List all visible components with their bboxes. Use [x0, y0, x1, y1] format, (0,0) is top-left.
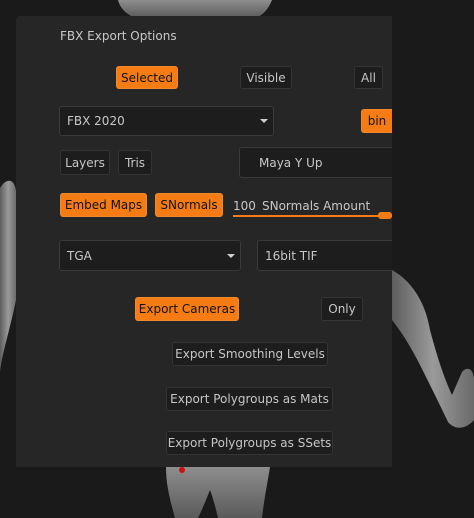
fbx-version-value: FBX 2020: [67, 114, 125, 128]
tris-button[interactable]: Tris: [118, 150, 152, 175]
displacement-format-field[interactable]: 16bit TIF: [257, 240, 392, 271]
snormals-amount-label: SNormals Amount: [262, 199, 371, 213]
dialog-title: FBX Export Options: [60, 29, 177, 43]
visible-button[interactable]: Visible: [240, 66, 292, 89]
chevron-down-icon: [227, 253, 235, 258]
slider-knob[interactable]: [378, 212, 392, 219]
all-button[interactable]: All: [354, 66, 383, 89]
up-axis-field[interactable]: Maya Y Up: [239, 147, 392, 178]
up-axis-value: Maya Y Up: [259, 155, 323, 170]
texture-format-value: TGA: [67, 248, 92, 263]
snormals-button[interactable]: SNormals: [155, 193, 223, 217]
export-polygroups-as-mats-button[interactable]: Export Polygroups as Mats: [166, 387, 333, 411]
texture-format-select[interactable]: TGA: [59, 240, 241, 271]
slider-track: [233, 212, 392, 219]
fbx-version-select[interactable]: FBX 2020: [59, 106, 274, 136]
slider-fill: [233, 215, 392, 217]
chevron-down-icon: [260, 119, 268, 123]
snormals-amount-value: 100: [233, 199, 256, 213]
export-cameras-button[interactable]: Export Cameras: [135, 297, 239, 321]
embed-maps-button[interactable]: Embed Maps: [60, 193, 147, 217]
layers-button[interactable]: Layers: [60, 150, 110, 175]
displacement-format-value: 16bit TIF: [265, 248, 318, 263]
snormals-amount-slider[interactable]: 100 SNormals Amount: [231, 196, 392, 219]
export-polygroups-as-ssets-button[interactable]: Export Polygroups as SSets: [166, 431, 333, 455]
export-smoothing-levels-button[interactable]: Export Smoothing Levels: [172, 342, 328, 366]
selected-button[interactable]: Selected: [116, 66, 178, 89]
bin-button[interactable]: bin: [361, 109, 392, 133]
fbx-export-options-panel: FBX Export Options Selected Visible All …: [16, 16, 392, 467]
only-button[interactable]: Only: [321, 297, 363, 321]
